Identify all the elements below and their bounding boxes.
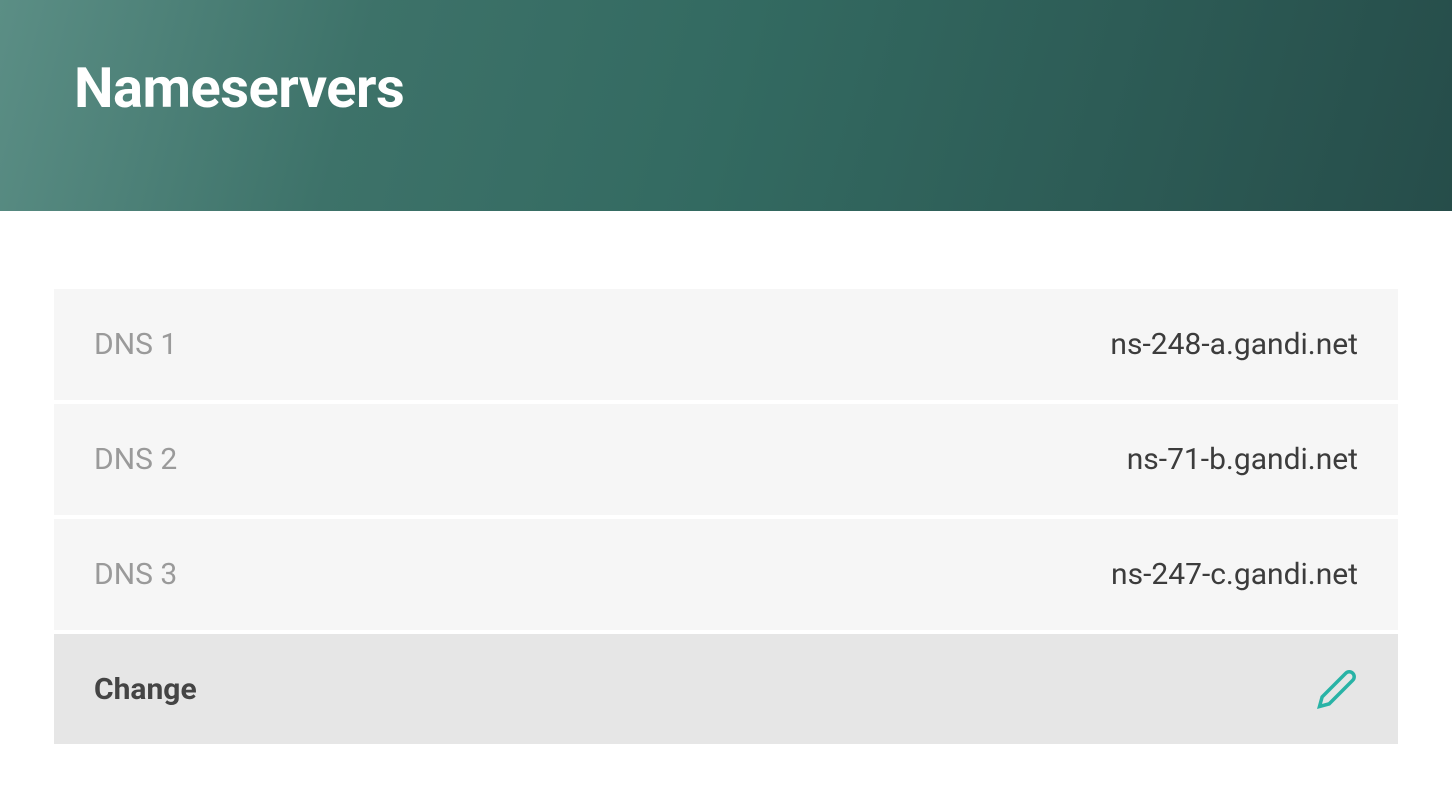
page-title: Nameservers: [74, 55, 1378, 121]
dns-row: DNS 2 ns-71-b.gandi.net: [54, 404, 1398, 515]
dns-value: ns-71-b.gandi.net: [1127, 442, 1358, 477]
dns-label: DNS 3: [94, 557, 177, 592]
dns-row: DNS 1 ns-248-a.gandi.net: [54, 289, 1398, 400]
page-header: Nameservers: [0, 0, 1452, 211]
change-label: Change: [94, 672, 197, 707]
dns-label: DNS 2: [94, 442, 177, 477]
dns-value: ns-248-a.gandi.net: [1110, 327, 1358, 362]
change-button[interactable]: Change: [54, 634, 1398, 744]
nameservers-table: DNS 1 ns-248-a.gandi.net DNS 2 ns-71-b.g…: [54, 289, 1398, 744]
content-area: DNS 1 ns-248-a.gandi.net DNS 2 ns-71-b.g…: [0, 211, 1452, 744]
dns-label: DNS 1: [94, 327, 177, 362]
pencil-icon: [1316, 668, 1358, 710]
dns-row: DNS 3 ns-247-c.gandi.net: [54, 519, 1398, 630]
dns-value: ns-247-c.gandi.net: [1111, 557, 1358, 592]
